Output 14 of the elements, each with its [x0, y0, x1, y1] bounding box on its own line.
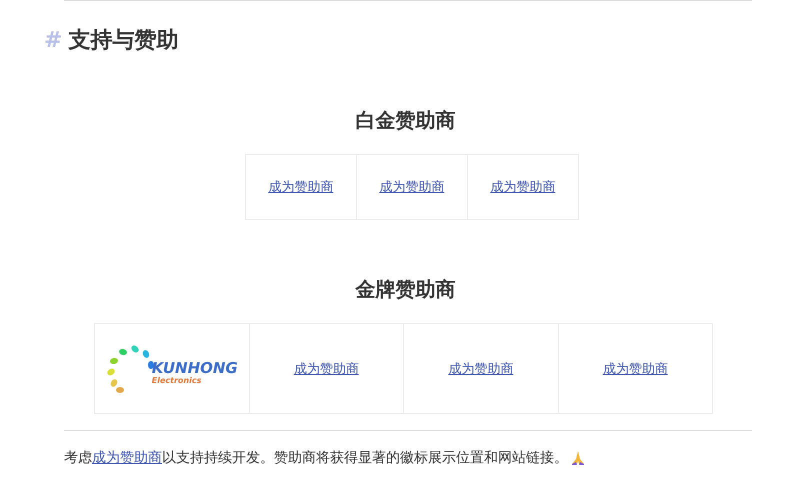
sponsor-link[interactable]: 成为赞助商: [294, 360, 359, 378]
tier-heading: 白金赞助商: [354, 107, 456, 134]
sponsor-link[interactable]: 成为赞助商: [379, 178, 444, 196]
heading-anchor: #: [44, 28, 62, 53]
tier-heading: 金牌赞助商: [354, 276, 456, 303]
sponsor-link[interactable]: 成为赞助商: [268, 178, 334, 196]
sponsor-link[interactable]: 成为赞助商: [92, 450, 162, 466]
sponsor-link[interactable]: 成为赞助商: [490, 178, 556, 196]
logo-name: KUNHONG: [152, 360, 238, 376]
logo-subtitle: Electronics: [152, 376, 202, 386]
sponsor-link[interactable]: 成为赞助商: [448, 360, 514, 378]
note-text: 考虑成为赞助商以支持持续开发。赞助商将获得显著的徽标展示位置和网站链接。: [64, 449, 568, 467]
section-heading: 支持与赞助: [68, 27, 178, 55]
sponsor-link[interactable]: 成为赞助商: [602, 360, 668, 378]
